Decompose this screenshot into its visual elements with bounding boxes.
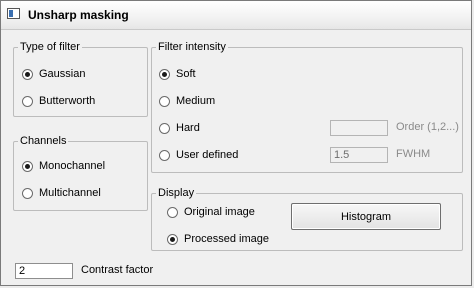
processed-image-label: Processed image	[184, 233, 269, 245]
monochannel-label: Monochannel	[39, 160, 106, 172]
contrast-factor-input[interactable]: 2	[15, 263, 73, 279]
filter-intensity-legend: Filter intensity	[158, 41, 226, 53]
butterworth-radio-dot[interactable]	[22, 95, 33, 107]
radio-processed-image[interactable]: Processed image	[167, 232, 269, 246]
radio-original-image[interactable]: Original image	[167, 205, 255, 219]
radio-multichannel[interactable]: Multichannel	[22, 186, 101, 200]
histogram-button[interactable]: Histogram	[291, 203, 441, 230]
contrast-factor-label: Contrast factor	[81, 264, 154, 276]
radio-user-defined[interactable]: User defined	[159, 148, 238, 162]
order-label: Order (1,2...)	[396, 121, 459, 133]
title-bar[interactable]: Unsharp masking	[1, 1, 471, 30]
soft-label: Soft	[176, 68, 196, 80]
type-of-filter-legend: Type of filter	[20, 41, 80, 53]
radio-hard[interactable]: Hard	[159, 121, 200, 135]
window-title: Unsharp masking	[28, 8, 129, 22]
processed-image-radio-dot[interactable]	[167, 233, 178, 245]
gaussian-radio-dot[interactable]	[22, 68, 33, 80]
fwhm-label: FWHM	[396, 148, 431, 160]
display-legend: Display	[158, 187, 195, 199]
radio-monochannel[interactable]: Monochannel	[22, 159, 105, 173]
original-image-radio-dot[interactable]	[167, 206, 178, 218]
user-defined-label: User defined	[176, 149, 239, 161]
multichannel-radio-dot[interactable]	[22, 187, 33, 199]
order-input[interactable]	[330, 120, 388, 136]
hard-label: Hard	[176, 122, 200, 134]
unsharp-masking-window: Unsharp masking Type of filter Gaussian …	[0, 0, 472, 286]
radio-butterworth[interactable]: Butterworth	[22, 94, 95, 108]
radio-soft[interactable]: Soft	[159, 67, 196, 81]
radio-gaussian[interactable]: Gaussian	[22, 67, 85, 81]
medium-radio-dot[interactable]	[159, 95, 170, 107]
user-defined-radio-dot[interactable]	[159, 149, 170, 161]
channels-legend: Channels	[20, 135, 67, 147]
fwhm-input[interactable]: 1.5	[330, 147, 388, 163]
hard-radio-dot[interactable]	[159, 122, 170, 134]
medium-label: Medium	[176, 95, 216, 107]
soft-radio-dot[interactable]	[159, 68, 170, 80]
radio-medium[interactable]: Medium	[159, 94, 215, 108]
butterworth-label: Butterworth	[39, 95, 96, 107]
monochannel-radio-dot[interactable]	[22, 160, 33, 172]
window-icon	[7, 8, 20, 19]
multichannel-label: Multichannel	[39, 187, 101, 199]
gaussian-label: Gaussian	[39, 68, 86, 80]
original-image-label: Original image	[184, 206, 255, 218]
